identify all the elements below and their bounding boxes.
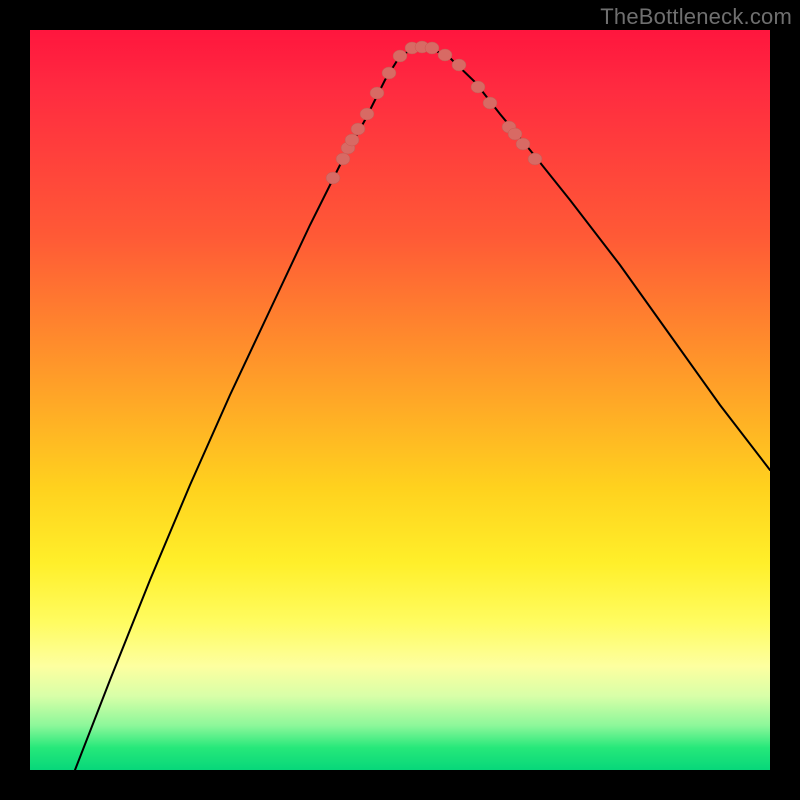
bottleneck-curve [75,48,770,770]
watermark-text: TheBottleneck.com [600,4,792,30]
plot-area [30,30,770,770]
chart-frame: TheBottleneck.com [0,0,800,800]
highlight-dots [326,41,542,184]
chart-svg [30,30,770,770]
